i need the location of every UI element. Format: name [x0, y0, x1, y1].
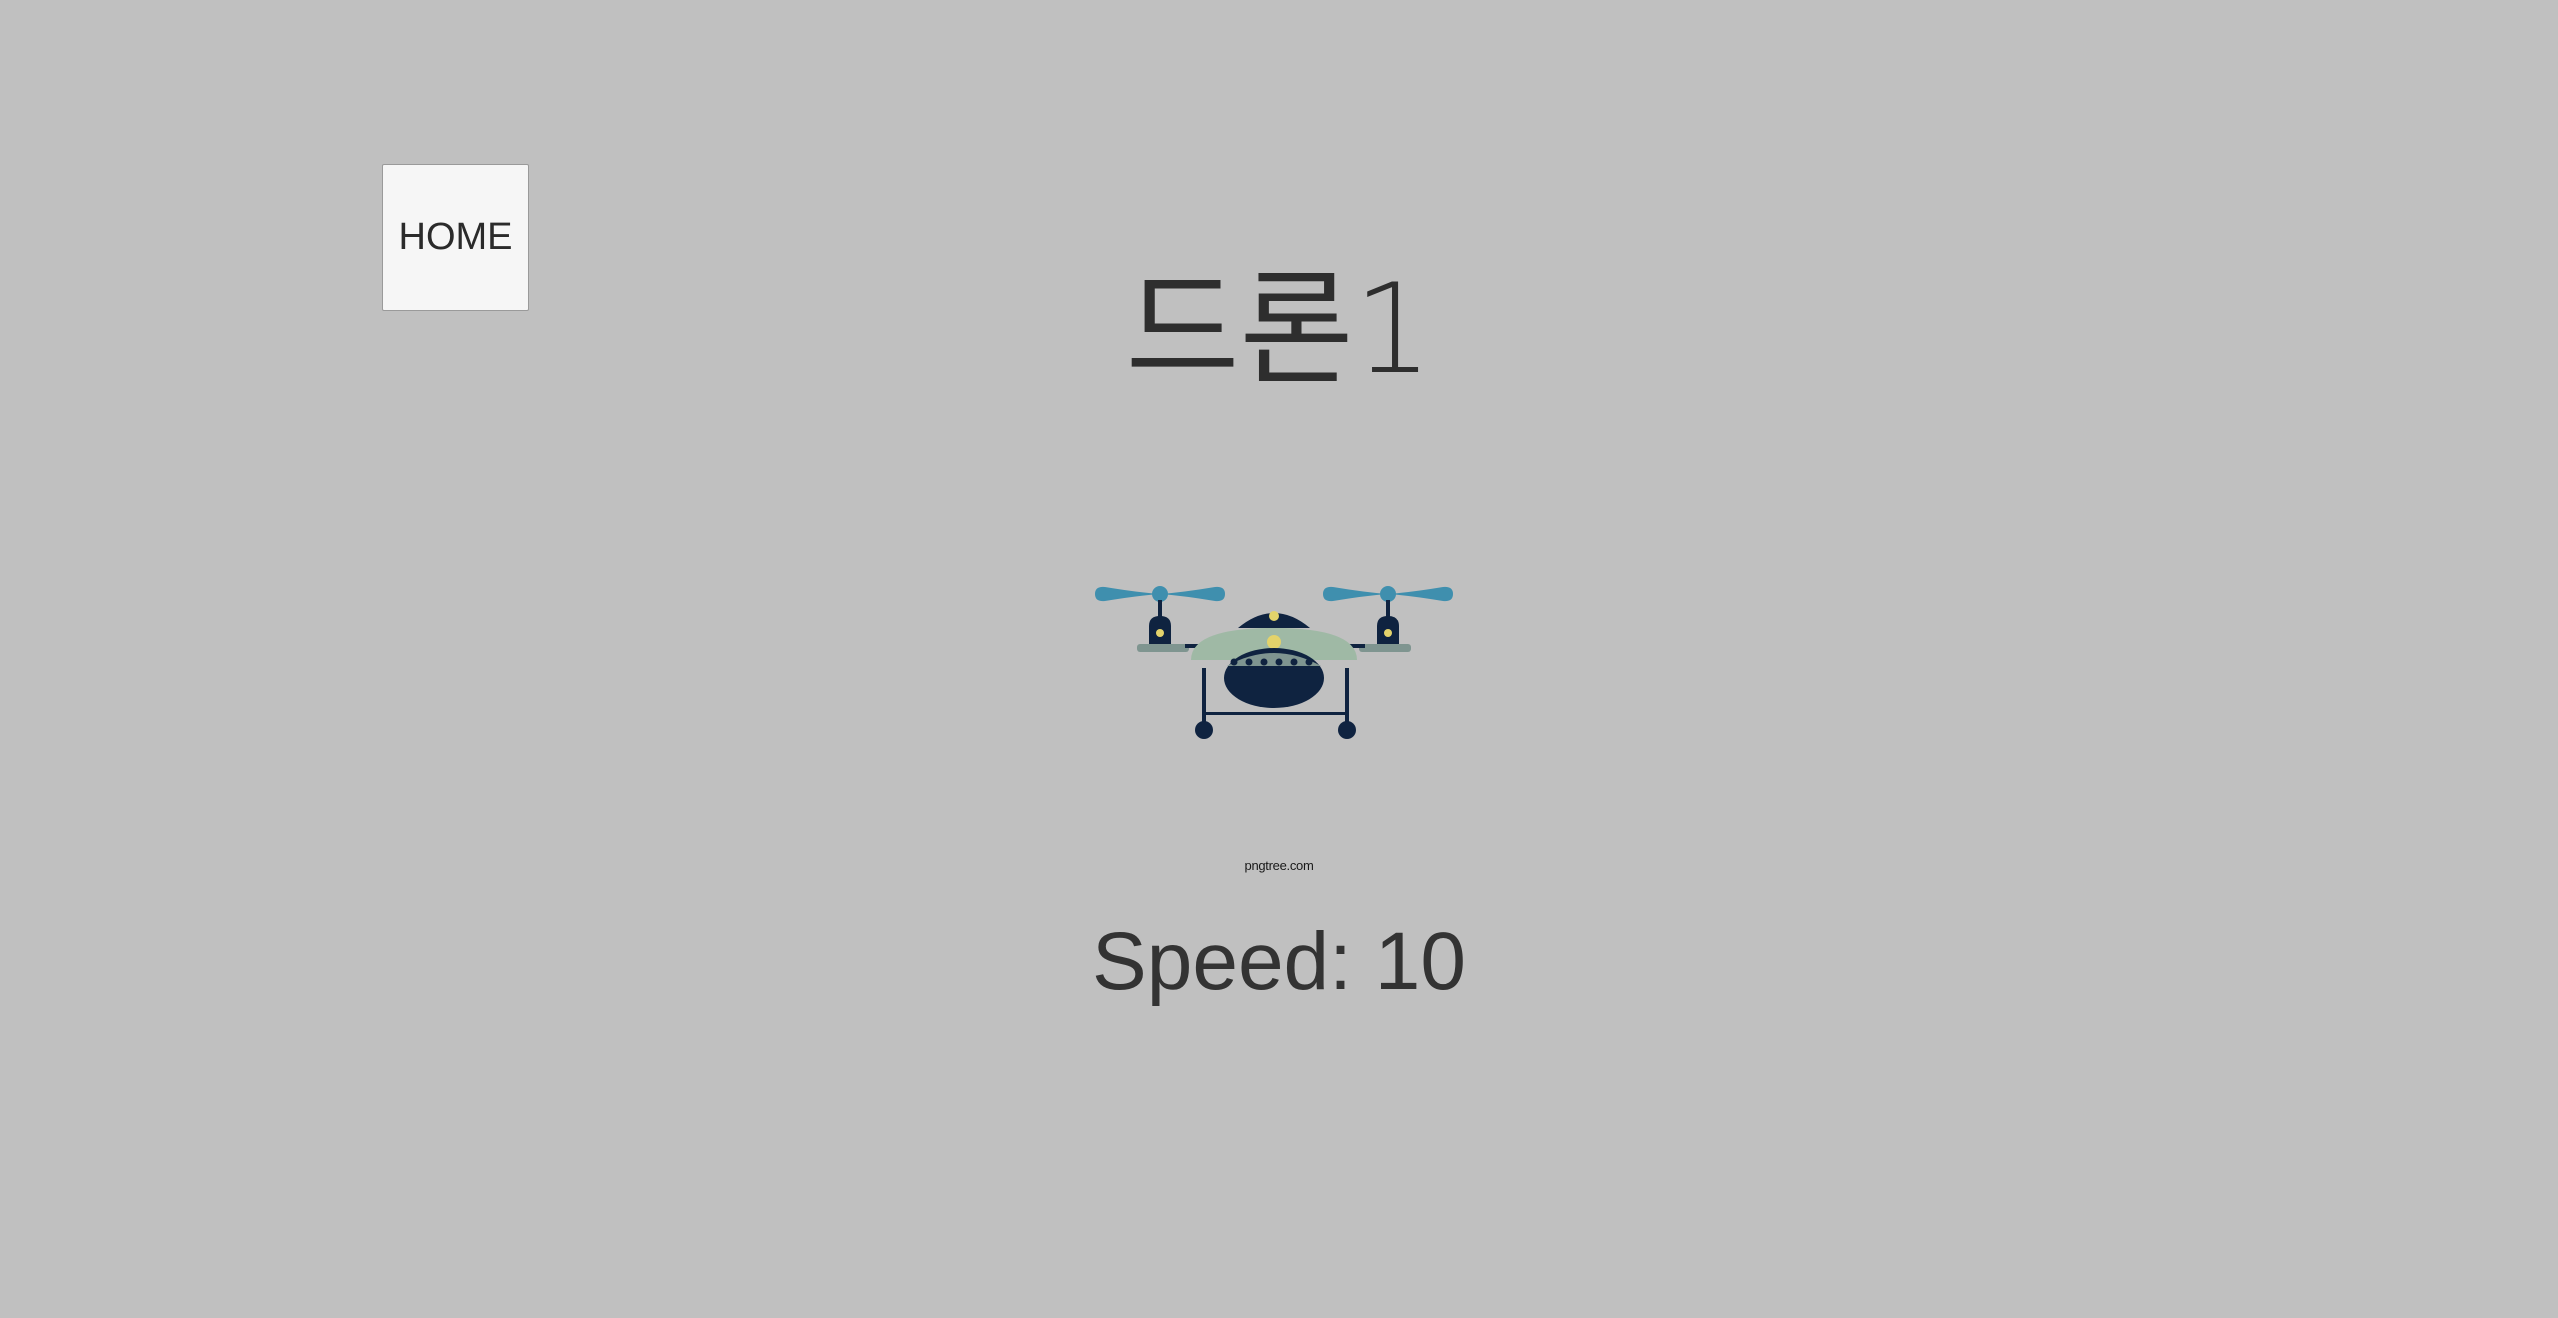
drone-detail-page: HOME 드론1 pngtree.com Speed: 10: [0, 0, 2558, 1318]
drone-icon: [1095, 586, 1453, 739]
speed-readout: Speed: 10: [1092, 916, 1466, 1007]
right-propeller-icon: [1323, 586, 1453, 618]
page-title: 드론1: [1125, 258, 1433, 402]
watermark-text: pngtree.com: [1244, 858, 1314, 873]
left-propeller-icon: [1095, 586, 1225, 618]
